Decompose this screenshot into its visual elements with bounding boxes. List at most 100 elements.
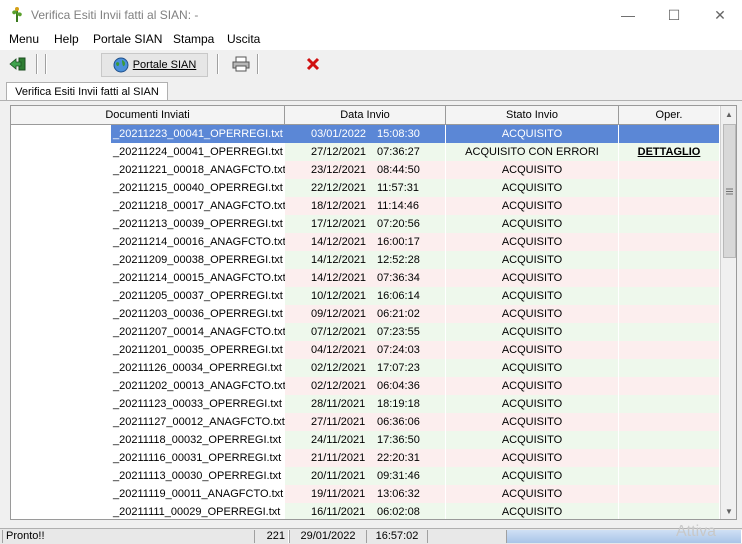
cell-oper: [619, 467, 719, 485]
cell-oper: [619, 341, 719, 359]
back-arrow-icon: [9, 57, 26, 71]
table-row[interactable]: _20211209_00038_OPERREGI.txt 14/12/2021 12…: [11, 251, 719, 269]
table-row[interactable]: _20211116_00031_OPERREGI.txt 21/11/2021 22…: [11, 449, 719, 467]
table-row[interactable]: _20211224_00041_OPERREGI.txt 27/12/2021 07…: [11, 143, 719, 161]
portale-sian-button[interactable]: Portale SIAN: [101, 53, 208, 77]
cell-stato-invio: ACQUISITO: [446, 431, 618, 449]
cell-data-invio: 02/12/2021 06:04:36: [285, 377, 445, 395]
cell-time: 17:36:50: [377, 434, 420, 446]
cell-stato-invio: ACQUISITO: [446, 179, 618, 197]
cell-stato-invio: ACQUISITO: [446, 233, 618, 251]
cell-date: 16/11/2021: [311, 506, 366, 518]
table-row[interactable]: _20211201_00035_OPERREGI.txt 04/12/2021 07…: [11, 341, 719, 359]
table-row[interactable]: _20211202_00013_ANAGFCTO.txt 02/12/2021 06…: [11, 377, 719, 395]
scroll-up-icon[interactable]: ▲: [721, 106, 736, 122]
table-row[interactable]: _20211126_00034_OPERREGI.txt 02/12/2021 17…: [11, 359, 719, 377]
cell-stato-invio: ACQUISITO: [446, 215, 618, 233]
toolbar-separator: [217, 54, 219, 74]
scroll-thumb[interactable]: [723, 124, 736, 258]
cell-stato-invio: ACQUISITO: [446, 323, 618, 341]
menu-menu[interactable]: Menu: [9, 32, 39, 46]
table-row[interactable]: _20211119_00011_ANAGFCTO.txt 19/11/2021 13…: [11, 485, 719, 503]
cell-date: 18/12/2021: [311, 200, 367, 212]
table-row[interactable]: _20211214_00016_ANAGFCTO.txt 14/12/2021 16…: [11, 233, 719, 251]
print-button[interactable]: [229, 53, 253, 75]
header-documenti[interactable]: Documenti Inviati: [11, 106, 285, 124]
tab-verifica-esiti[interactable]: Verifica Esiti Invii fatti al SIAN: [6, 82, 168, 101]
back-button[interactable]: [6, 53, 30, 75]
menu-stampa[interactable]: Stampa: [173, 32, 214, 46]
cell-data-invio: 17/12/2021 07:20:56: [285, 215, 445, 233]
table-row[interactable]: _20211214_00015_ANAGFCTO.txt 14/12/2021 07…: [11, 269, 719, 287]
cell-date: 20/11/2021: [311, 470, 366, 482]
cell-time: 09:31:46: [377, 470, 420, 482]
table-row[interactable]: _20211215_00040_OPERREGI.txt 22/12/2021 11…: [11, 179, 719, 197]
header-stato-invio[interactable]: Stato Invio: [446, 106, 619, 124]
cell-oper: [619, 125, 719, 143]
table-row[interactable]: _20211221_00018_ANAGFCTO.txt 23/12/2021 08…: [11, 161, 719, 179]
cell-documento: _20211218_00017_ANAGFCTO.txt: [113, 200, 286, 212]
cell-oper: [619, 215, 719, 233]
vertical-scrollbar[interactable]: ▲ ▼: [720, 106, 736, 519]
table-row[interactable]: _20211111_00029_OPERREGI.txt 16/11/2021 06…: [11, 503, 719, 519]
cell-stato-invio: ACQUISITO: [446, 161, 618, 179]
cell-oper: [619, 251, 719, 269]
table-row[interactable]: _20211123_00033_OPERREGI.txt 28/11/2021 18…: [11, 395, 719, 413]
delete-button[interactable]: [301, 53, 325, 75]
cell-date: 19/11/2021: [311, 488, 366, 500]
cell-documento: _20211213_00039_OPERREGI.txt: [113, 218, 283, 230]
table-row[interactable]: _20211203_00036_OPERREGI.txt 09/12/2021 06…: [11, 305, 719, 323]
cell-date: 27/12/2021: [311, 146, 367, 158]
cell-time: 07:36:34: [377, 272, 420, 284]
cell-oper: [619, 233, 719, 251]
status-panel: [427, 530, 507, 543]
table-row[interactable]: _20211207_00014_ANAGFCTO.txt 07/12/2021 07…: [11, 323, 719, 341]
table-row[interactable]: _20211127_00012_ANAGFCTO.txt 27/11/2021 06…: [11, 413, 719, 431]
maximize-button[interactable]: ☐: [651, 0, 697, 30]
cell-time: 12:52:28: [377, 254, 420, 266]
cell-data-invio: 19/11/2021 13:06:32: [285, 485, 445, 503]
cell-data-invio: 02/12/2021 17:07:23: [285, 359, 445, 377]
table-row[interactable]: _20211118_00032_OPERREGI.txt 24/11/2021 17…: [11, 431, 719, 449]
cell-data-invio: 16/11/2021 06:02:08: [285, 503, 445, 519]
cell-time: 15:08:30: [377, 128, 420, 140]
results-grid[interactable]: Documenti Inviati Data Invio Stato Invio…: [10, 105, 737, 520]
table-row[interactable]: _20211213_00039_OPERREGI.txt 17/12/2021 07…: [11, 215, 719, 233]
cell-documento: _20211202_00013_ANAGFCTO.txt: [113, 380, 286, 392]
cell-date: 07/12/2021: [311, 326, 367, 338]
cell-date: 14/12/2021: [311, 254, 367, 266]
cell-stato-invio: ACQUISITO CON ERRORI: [446, 143, 618, 161]
toolbar-separator: [257, 54, 259, 74]
cell-date: 14/12/2021: [311, 236, 367, 248]
cell-oper: [619, 269, 719, 287]
cell-time: 06:02:08: [377, 506, 420, 518]
menu-portale-sian[interactable]: Portale SIAN: [93, 32, 162, 46]
cell-data-invio: 04/12/2021 07:24:03: [285, 341, 445, 359]
close-window-button[interactable]: ✕: [697, 0, 742, 30]
menu-help[interactable]: Help: [54, 32, 79, 46]
scroll-down-icon[interactable]: ▼: [721, 503, 736, 519]
menu-bar: Menu Help Portale SIAN Stampa Uscita: [0, 30, 742, 50]
cell-time: 06:21:02: [377, 308, 420, 320]
cell-documento: _20211224_00041_OPERREGI.txt: [113, 146, 283, 158]
status-bar: Pronto!! 221 29/01/2022 16:57:02: [0, 528, 742, 544]
header-oper[interactable]: Oper.: [619, 106, 719, 124]
cell-data-invio: 14/12/2021 16:00:17: [285, 233, 445, 251]
dettaglio-link[interactable]: DETTAGLIO: [619, 143, 719, 161]
cell-stato-invio: ACQUISITO: [446, 125, 618, 143]
cell-stato-invio: ACQUISITO: [446, 197, 618, 215]
table-row[interactable]: _20211218_00017_ANAGFCTO.txt 18/12/2021 11…: [11, 197, 719, 215]
cell-data-invio: 10/12/2021 16:06:14: [285, 287, 445, 305]
cell-data-invio: 14/12/2021 12:52:28: [285, 251, 445, 269]
minimize-button[interactable]: —: [605, 0, 651, 30]
header-data-invio[interactable]: Data Invio: [285, 106, 446, 124]
table-row[interactable]: _20211113_00030_OPERREGI.txt 20/11/2021 09…: [11, 467, 719, 485]
cell-documento: _20211201_00035_OPERREGI.txt: [113, 344, 283, 356]
menu-uscita[interactable]: Uscita: [227, 32, 260, 46]
cell-date: 09/12/2021: [311, 308, 367, 320]
cell-stato-invio: ACQUISITO: [446, 485, 618, 503]
cell-stato-invio: ACQUISITO: [446, 287, 618, 305]
table-row[interactable]: _20211205_00037_OPERREGI.txt 10/12/2021 16…: [11, 287, 719, 305]
grip-icon: [726, 188, 733, 194]
table-row[interactable]: _20211223_00041_OPERREGI.txt 03/01/2022 15…: [11, 125, 719, 143]
